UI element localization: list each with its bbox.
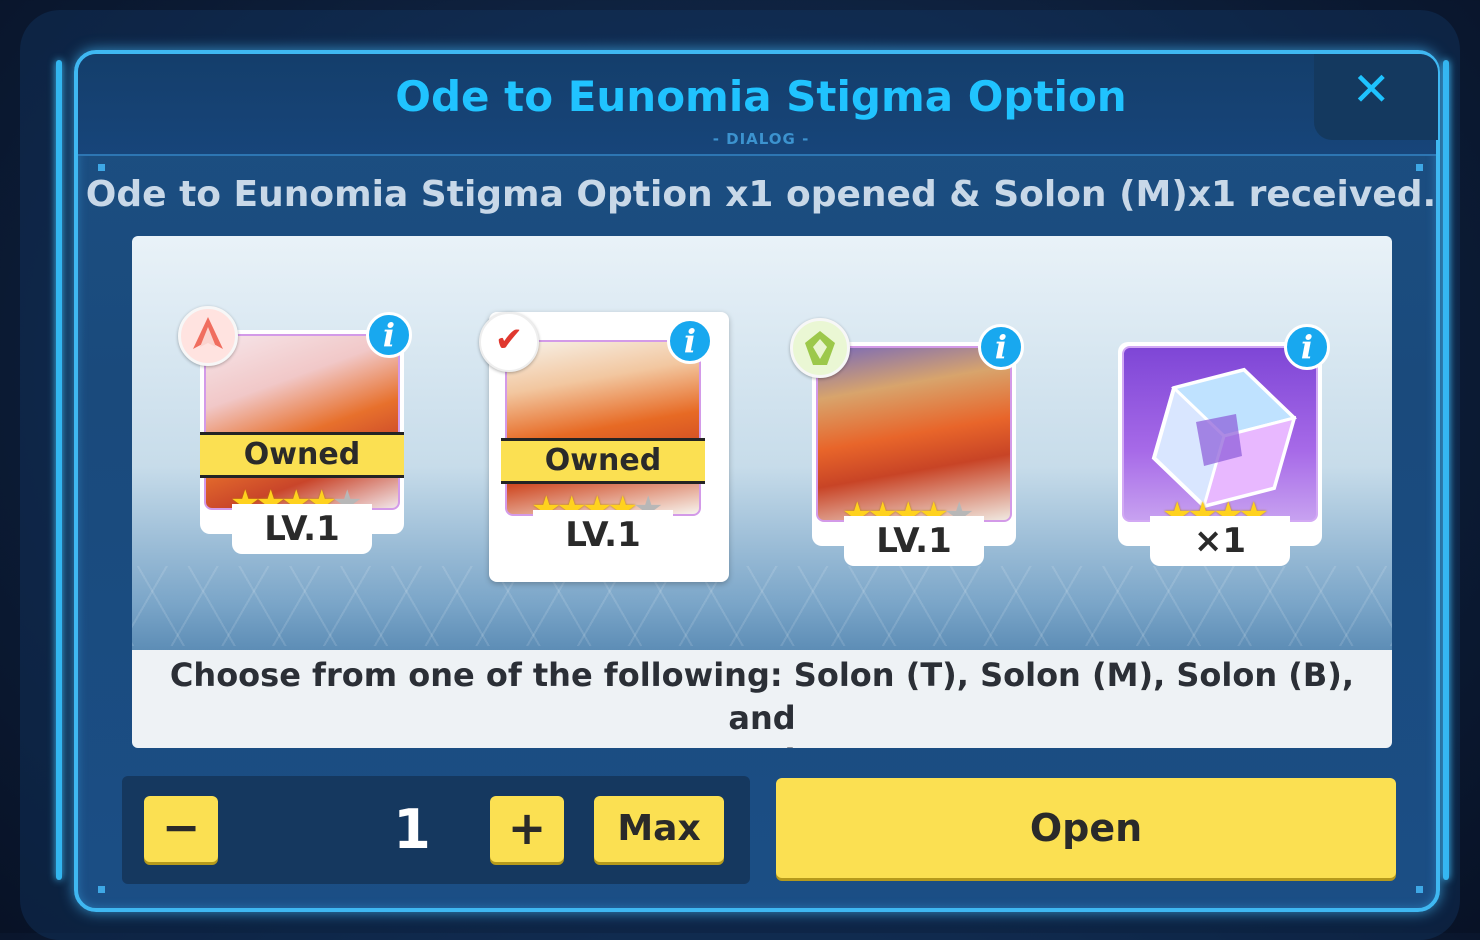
option-item-solon-b[interactable]: ★★★★★ LV.1 i (790, 318, 1040, 588)
option-description: Choose from one of the following: Solon … (132, 650, 1392, 748)
info-icon[interactable]: i (667, 318, 713, 364)
quantity-tag: ×1 (1150, 516, 1290, 566)
checkmark-icon: ✔ (479, 312, 539, 372)
option-item-solon-t[interactable]: Owned ★★★★★ LV.1 i (178, 306, 428, 576)
increment-button[interactable]: + (490, 796, 564, 862)
left-frame-bar (56, 60, 62, 880)
info-icon[interactable]: i (366, 312, 412, 358)
corner-dot (1416, 886, 1423, 893)
dialog-subtitle: - DIALOG - (712, 130, 810, 148)
quantity-controls: − 1 + Max (122, 776, 750, 884)
result-message: Ode to Eunomia Stigma Option x1 opened &… (85, 174, 1437, 215)
info-icon[interactable]: i (978, 324, 1024, 370)
level-tag: LV.1 (533, 510, 673, 560)
corner-dot (98, 164, 105, 171)
leaf-element-icon (790, 318, 850, 378)
quantity-value: 1 (393, 798, 431, 861)
stigma-option-dialog: Ode to Eunomia Stigma Option - DIALOG - … (74, 50, 1440, 912)
open-button[interactable]: Open (776, 778, 1396, 878)
description-line-2: Source Prism x1. (132, 740, 1392, 748)
corner-dot (1416, 164, 1423, 171)
decrement-button[interactable]: − (144, 796, 218, 862)
description-line-1: Choose from one of the following: Solon … (169, 656, 1355, 737)
close-box: ✕ (1314, 54, 1438, 140)
option-item-solon-m[interactable]: Owned ★★★★★ LV.1 ✔ i (479, 312, 729, 582)
max-button[interactable]: Max (594, 796, 724, 862)
owned-banner: Owned (501, 438, 705, 484)
close-icon[interactable]: ✕ (1352, 62, 1391, 116)
info-icon[interactable]: i (1284, 324, 1330, 370)
fire-element-icon (178, 306, 238, 366)
level-tag: LV.1 (232, 504, 372, 554)
corner-dot (98, 886, 105, 893)
leaf-element-svg (805, 331, 835, 365)
option-item-source-prism[interactable]: ★★★★ ×1 i (1106, 318, 1346, 588)
level-tag: LV.1 (844, 516, 984, 566)
owned-banner: Owned (200, 432, 404, 478)
fire-element-svg (193, 317, 223, 349)
dialog-title: Ode to Eunomia Stigma Option (395, 72, 1127, 121)
options-panel: Owned ★★★★★ LV.1 i Owned ★★★★★ LV.1 ✔ i … (132, 236, 1392, 748)
